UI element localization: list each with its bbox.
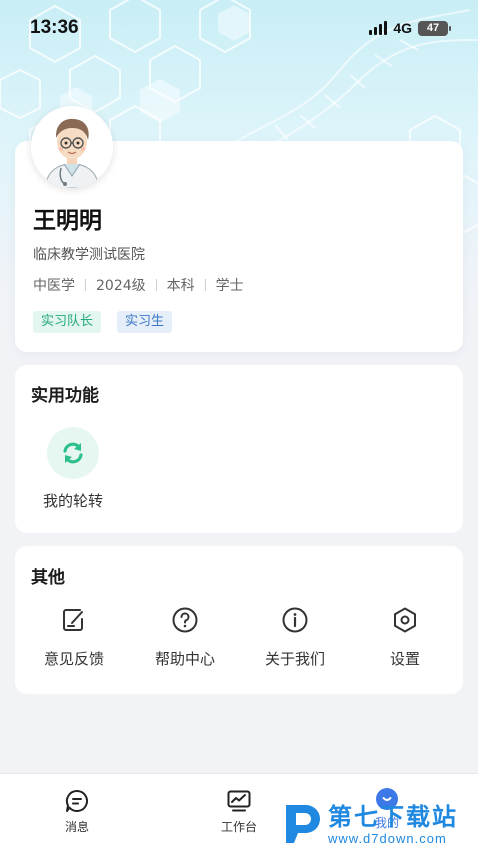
chat-bubble-icon bbox=[65, 789, 88, 812]
battery-level: 47 bbox=[426, 22, 440, 34]
profile-meta: 中医学 2024级 本科 学士 bbox=[33, 275, 244, 295]
avatar[interactable] bbox=[31, 106, 113, 188]
feedback-button[interactable]: 意见反馈 bbox=[24, 606, 124, 669]
status-indicators: 4G 47 bbox=[369, 20, 451, 36]
network-type: 4G bbox=[393, 20, 412, 36]
edit-note-icon bbox=[63, 609, 83, 631]
my-rotation-button[interactable]: 我的轮转 bbox=[33, 427, 113, 511]
watermark-text: 第七下载站 www.d7down.com bbox=[328, 803, 458, 846]
tab-workbench-label: 工作台 bbox=[220, 820, 257, 834]
settings-label: 设置 bbox=[389, 650, 420, 668]
rotate-arrows-icon bbox=[47, 427, 99, 479]
doctor-avatar-icon bbox=[31, 106, 113, 188]
feedback-label: 意见反馈 bbox=[43, 650, 104, 668]
signal-strength-icon bbox=[369, 21, 388, 35]
about-us-button[interactable]: 关于我们 bbox=[245, 606, 345, 669]
watermark-title: 第七下载站 bbox=[328, 802, 458, 831]
help-center-button[interactable]: 帮助中心 bbox=[135, 606, 235, 669]
tag-intern-leader: 实习队长 bbox=[33, 311, 102, 333]
tag-intern: 实习生 bbox=[117, 311, 173, 333]
meta-degree: 学士 bbox=[215, 278, 244, 294]
my-rotation-label: 我的轮转 bbox=[42, 492, 103, 510]
chart-board-icon bbox=[227, 790, 251, 812]
other-section-title: 其他 bbox=[31, 568, 65, 588]
info-circle-icon bbox=[282, 607, 308, 633]
meta-divider bbox=[155, 279, 157, 291]
status-time: 13:36 bbox=[30, 17, 79, 38]
question-circle-icon bbox=[172, 607, 198, 633]
tab-workbench[interactable]: 工作台 bbox=[199, 788, 279, 835]
watermark-logo-icon bbox=[286, 805, 320, 843]
battery-icon: 47 bbox=[418, 20, 451, 36]
meta-education: 本科 bbox=[166, 278, 195, 294]
meta-divider bbox=[85, 279, 86, 291]
help-center-label: 帮助中心 bbox=[154, 650, 215, 668]
tab-messages[interactable]: 消息 bbox=[37, 788, 117, 835]
hexagon-settings-icon bbox=[394, 607, 416, 633]
watermark: 第七下载站 www.d7down.com bbox=[284, 798, 478, 850]
meta-divider bbox=[204, 279, 206, 291]
status-bar: 13:36 4G 47 bbox=[0, 0, 478, 56]
user-name: 王明明 bbox=[33, 208, 102, 234]
meta-major: 中医学 bbox=[33, 278, 75, 294]
meta-grade: 2024级 bbox=[96, 278, 146, 294]
about-us-label: 关于我们 bbox=[264, 650, 325, 668]
tab-messages-label: 消息 bbox=[64, 820, 89, 834]
settings-button[interactable]: 设置 bbox=[355, 606, 455, 669]
school-name: 临床教学测试医院 bbox=[33, 247, 145, 263]
watermark-url: www.d7down.com bbox=[328, 830, 447, 846]
tools-section-title: 实用功能 bbox=[31, 386, 99, 406]
